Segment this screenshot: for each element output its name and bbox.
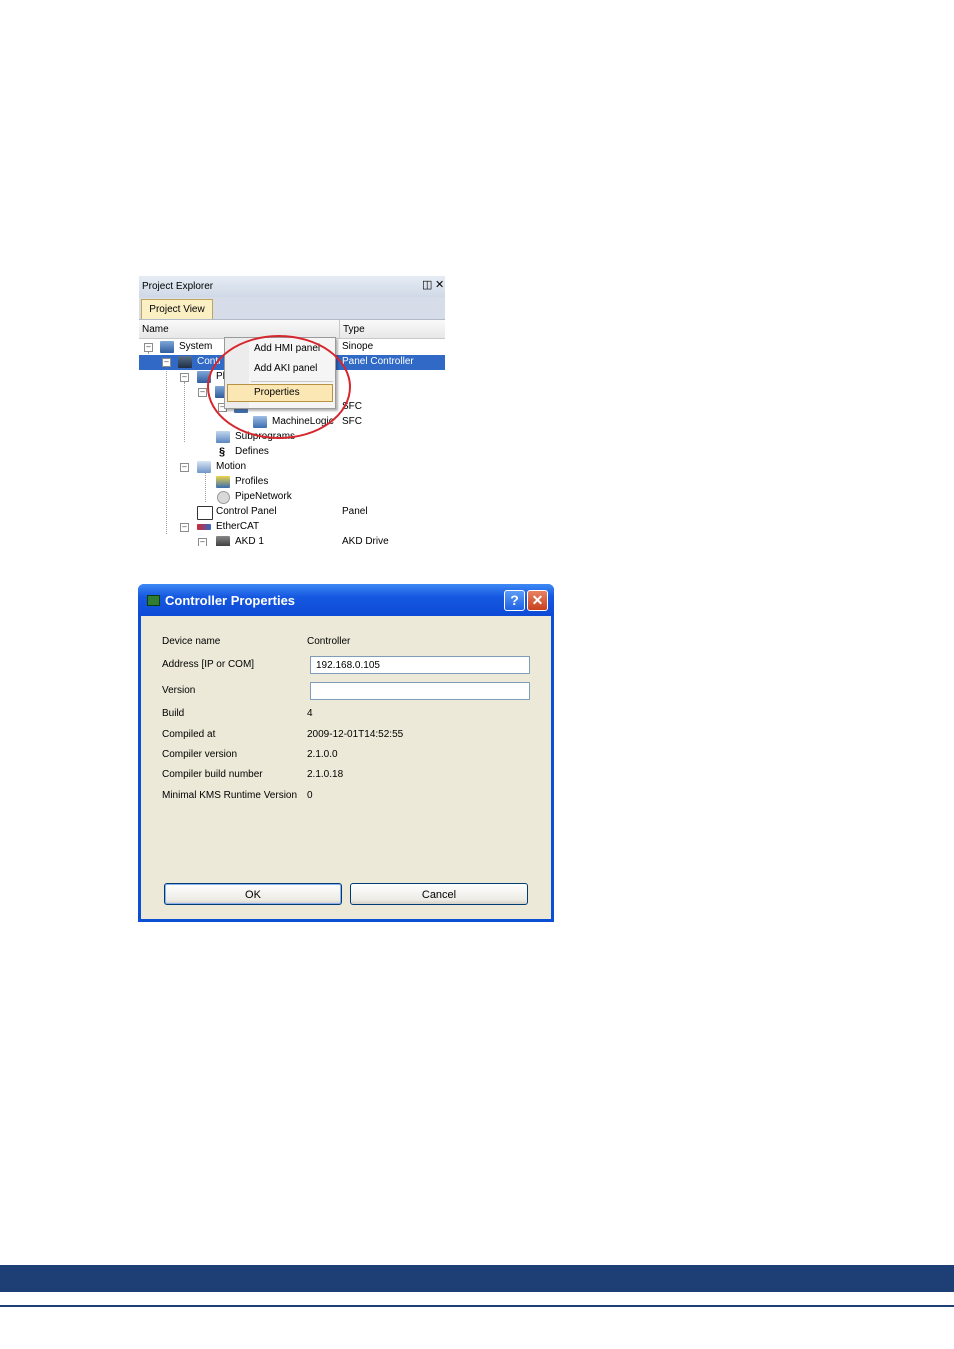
collapse-toggle[interactable]: –: [162, 358, 171, 367]
tree-item-type: AKD Drive: [342, 536, 389, 546]
tree-item-label: Motion: [216, 461, 247, 472]
tree-item-label: System: [179, 341, 213, 352]
tree-item-label: Defines: [235, 446, 269, 457]
version-input[interactable]: [310, 682, 530, 700]
explorer-title: Project Explorer: [142, 281, 214, 292]
ethercat-icon: [197, 524, 211, 530]
explorer-tabbar: Project View: [139, 297, 445, 320]
dialog-titlebar[interactable]: Controller Properties ? ✕: [138, 584, 554, 616]
collapse-toggle[interactable]: –: [180, 373, 189, 382]
footer-bar: [0, 1265, 954, 1292]
annotation-circle: [207, 335, 351, 439]
dialog-body: Device name Controller Address [IP or CO…: [141, 616, 551, 919]
ok-button[interactable]: OK: [164, 883, 342, 905]
compiled-at-label: Compiled at: [162, 729, 216, 740]
tab-project-view[interactable]: Project View: [141, 299, 213, 319]
pipenetwork-icon: [217, 491, 230, 504]
motion-icon: [197, 461, 211, 473]
tree-item-label: PipeNetwork: [235, 491, 292, 502]
column-separator[interactable]: [339, 320, 340, 338]
controller-icon: [178, 356, 192, 368]
controller-properties-dialog: Controller Properties ? ✕ Device name Co…: [138, 584, 554, 922]
collapse-toggle[interactable]: –: [198, 538, 207, 546]
tree-item-motion[interactable]: – Motion: [139, 460, 445, 475]
tree-item-defines[interactable]: § Defines: [139, 445, 445, 460]
subprograms-icon: [216, 431, 230, 443]
dialog-title: Controller Properties: [165, 593, 296, 608]
tree-item-profiles[interactable]: Profiles: [139, 475, 445, 490]
collapse-toggle[interactable]: –: [144, 343, 153, 352]
tree-item-type: Panel Controller: [342, 356, 414, 367]
float-window-icon[interactable]: ◫: [422, 280, 432, 291]
collapse-toggle[interactable]: –: [180, 463, 189, 472]
column-type[interactable]: Type: [343, 324, 365, 335]
tree-item-ethercat[interactable]: – EtherCAT: [139, 520, 445, 535]
footer-rule: [0, 1305, 954, 1307]
tree-item-type: Sinope: [342, 341, 374, 352]
address-label: Address [IP or COM]: [162, 659, 255, 670]
collapse-toggle[interactable]: –: [198, 388, 207, 397]
device-name-value: Controller: [307, 636, 351, 647]
tree-item-control-panel[interactable]: Control Panel Panel: [139, 505, 445, 520]
build-value: 4: [307, 708, 313, 719]
device-name-label: Device name: [162, 636, 221, 647]
tree-item-akd-1[interactable]: – AKD 1 AKD Drive: [139, 535, 445, 546]
minimal-kms-runtime-value: 0: [307, 790, 313, 801]
tree-item-label: Profiles: [235, 476, 269, 487]
controller-app-icon: [147, 595, 160, 606]
collapse-toggle[interactable]: –: [180, 523, 189, 532]
tree-item-pipenetwork[interactable]: PipeNetwork: [139, 490, 445, 505]
compiler-build-number-value: 2.1.0.18: [307, 769, 344, 780]
tree-item-type: Panel: [342, 506, 368, 517]
close-icon[interactable]: ✕: [435, 280, 444, 291]
column-name[interactable]: Name: [142, 324, 169, 335]
tree-item-label: AKD 1: [235, 536, 264, 546]
control-panel-icon: [197, 506, 213, 520]
defines-icon: §: [218, 446, 226, 458]
explorer-titlebar: Project Explorer ◫ ✕: [139, 276, 445, 298]
compiler-version-value: 2.1.0.0: [307, 749, 338, 760]
tree-item-label: Control Panel: [216, 506, 277, 517]
address-input[interactable]: [310, 656, 530, 674]
drive-icon: [216, 536, 230, 546]
profiles-icon: [216, 476, 230, 488]
system-icon: [160, 341, 174, 353]
build-label: Build: [162, 708, 185, 719]
help-button[interactable]: ?: [504, 590, 525, 611]
compiler-build-number-label: Compiler build number: [162, 769, 263, 780]
compiler-version-label: Compiler version: [162, 749, 238, 760]
close-button[interactable]: ✕: [527, 590, 548, 611]
cancel-button[interactable]: Cancel: [350, 883, 528, 905]
tree-item-label: EtherCAT: [216, 521, 260, 532]
version-label: Version: [162, 685, 196, 696]
tree-item-type: SFC: [342, 416, 362, 427]
compiled-at-value: 2009-12-01T14:52:55: [307, 729, 404, 740]
minimal-kms-runtime-label: Minimal KMS Runtime Version: [162, 790, 298, 801]
